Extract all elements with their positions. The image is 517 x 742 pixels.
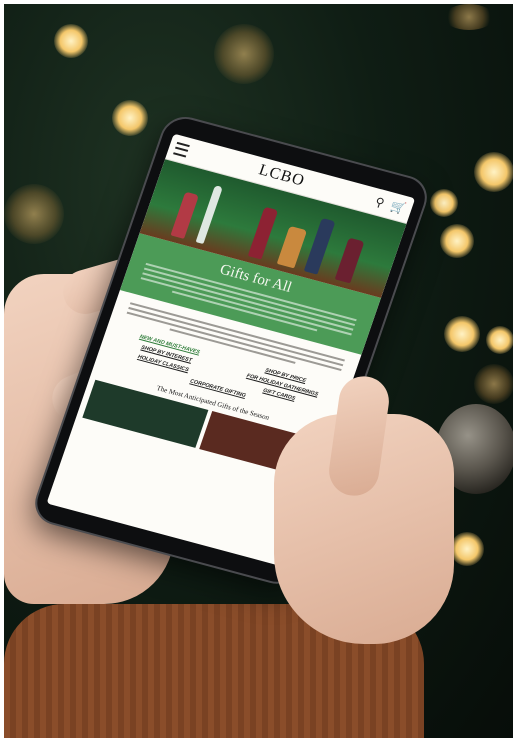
bokeh-light bbox=[430, 189, 458, 217]
bokeh-light bbox=[444, 316, 480, 352]
bottle bbox=[303, 217, 336, 275]
bokeh-light bbox=[54, 24, 88, 58]
search-icon[interactable]: ⚲ bbox=[373, 195, 386, 211]
bokeh-light bbox=[474, 152, 513, 192]
bokeh-light bbox=[444, 4, 494, 30]
bokeh-light bbox=[4, 184, 64, 244]
photo: LCBO ⚲ 🛒 Gifts for All NEW AND MUST-HAVE… bbox=[4, 4, 513, 738]
cart-icon[interactable]: 🛒 bbox=[388, 199, 407, 216]
bottle bbox=[195, 185, 223, 245]
bottle bbox=[170, 191, 199, 239]
bokeh-light bbox=[112, 100, 148, 136]
bokeh-light bbox=[474, 364, 513, 404]
bokeh-light bbox=[440, 224, 474, 258]
bottle bbox=[276, 225, 308, 269]
bokeh-light bbox=[486, 326, 513, 354]
bottle bbox=[247, 206, 279, 260]
bokeh-light bbox=[450, 532, 484, 566]
menu-icon[interactable] bbox=[173, 141, 191, 158]
bokeh-light bbox=[214, 24, 274, 84]
bottle bbox=[334, 237, 365, 284]
